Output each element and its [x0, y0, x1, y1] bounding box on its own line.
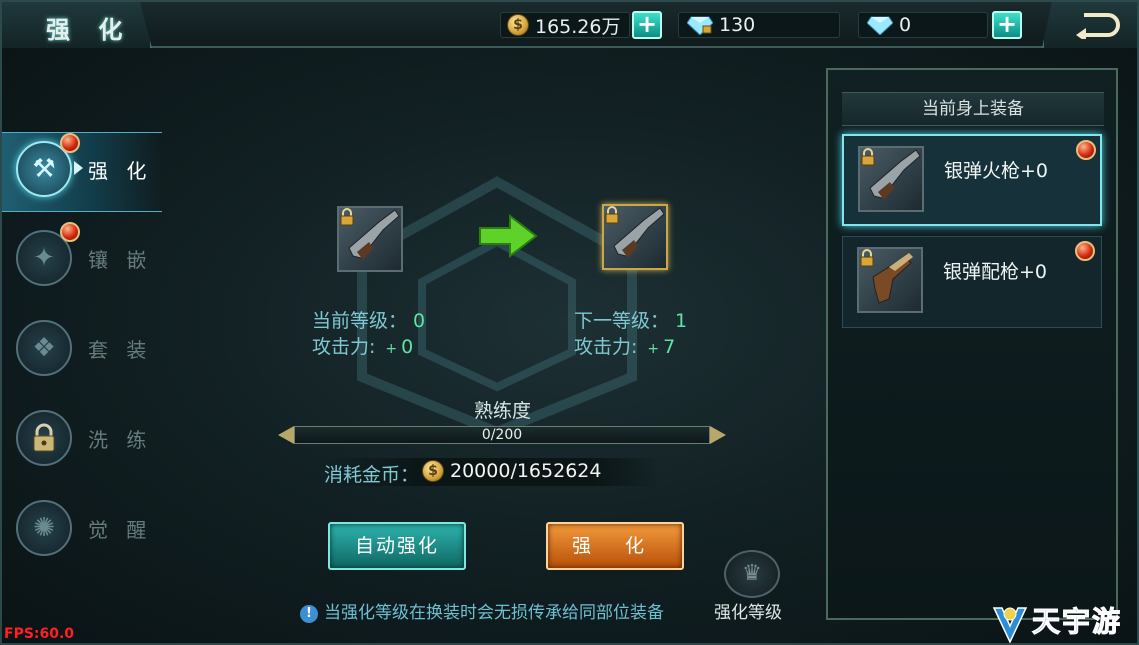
page-title: 强 化 — [46, 16, 133, 44]
current-level-stat: 当前等级： 0 — [312, 306, 425, 333]
panel-header: 当前身上装备 — [842, 92, 1104, 126]
menu-item-label: 洗 练 — [88, 428, 153, 452]
current-item-slot[interactable] — [337, 206, 403, 272]
auto-enhance-button[interactable]: 自动强化 — [328, 522, 466, 570]
tip-text: 当强化等级在换装时会无损传承给同部位装备 — [324, 603, 664, 623]
current-level-value: 0 — [413, 310, 426, 332]
crest-icon: ♛ — [742, 561, 762, 586]
equipment-slot — [857, 247, 923, 313]
notification-badge — [1076, 140, 1096, 160]
upgrade-arrow-icon — [479, 214, 538, 258]
add-diamond-button[interactable]: + — [992, 11, 1022, 39]
notification-badge — [60, 133, 80, 153]
equipment-name: 银弹配枪+0 — [943, 261, 1048, 283]
awaken-icon: ✺ — [16, 500, 72, 556]
watermark-text: 天宇游 — [1031, 605, 1123, 639]
next-item-slot[interactable] — [602, 204, 668, 270]
bound-diamond-counter: 130 — [678, 12, 840, 38]
armor-set-icon: ❖ — [16, 320, 72, 376]
back-button[interactable] — [1042, 2, 1137, 48]
current-attack-stat: 攻击力: +0 — [312, 332, 413, 359]
next-level-label: 下一等级： — [574, 310, 670, 332]
top-bar: 强 化 $ 165.26万 + 130 0 + — [2, 2, 1137, 48]
coin-icon: $ — [507, 14, 529, 36]
current-attack-label: 攻击力: — [312, 336, 376, 358]
lock-icon — [605, 206, 619, 224]
active-caret-icon — [74, 161, 83, 175]
next-attack-plus: + — [647, 341, 660, 357]
lock-icon — [860, 249, 874, 267]
equipment-item[interactable]: 银弹配枪+0 — [842, 236, 1102, 328]
fps-counter: FPS:60.0 — [4, 626, 75, 642]
menu-item-set[interactable]: ❖ 套 装 — [2, 312, 162, 392]
menu-item-awaken[interactable]: ✺ 觉 醒 — [2, 492, 162, 572]
next-attack-stat: 攻击力: +7 — [574, 332, 675, 359]
cost-value: 20000/1652624 — [450, 460, 602, 482]
enhance-level-button[interactable]: ♛ — [724, 550, 780, 598]
cost-label: 消耗金币： — [324, 464, 420, 486]
return-arrow-icon — [1076, 13, 1120, 39]
info-icon: ! — [300, 605, 318, 623]
diamond-value: 0 — [899, 14, 912, 36]
next-attack-label: 攻击力: — [574, 336, 638, 358]
menu-item-label: 套 装 — [88, 338, 153, 362]
locked-diamond-icon — [687, 16, 713, 35]
game-screen: 强 化 $ 165.26万 + 130 0 + ⚒ 强 化 ✦ 镶 嵌 ❖ 套 … — [0, 0, 1139, 645]
gold-counter: $ 165.26万 — [500, 12, 630, 38]
bar-right-cap — [710, 426, 726, 444]
enhance-level-label: 强化等级 — [714, 603, 782, 623]
proficiency-bar: 0/200 — [294, 426, 710, 444]
cost-row: 消耗金币： $ 20000/1652624 — [324, 458, 660, 486]
diamond-counter: 0 — [858, 12, 988, 38]
proficiency-label: 熟练度 — [474, 400, 532, 422]
equipment-slot — [858, 146, 924, 212]
current-level-label: 当前等级： — [312, 310, 408, 332]
lock-icon — [340, 208, 354, 226]
proficiency-text: 0/200 — [481, 427, 523, 443]
coin-icon: $ — [422, 460, 444, 482]
next-attack-value: 7 — [663, 336, 676, 358]
title-tab: 强 化 — [2, 2, 152, 48]
next-level-stat: 下一等级： 1 — [574, 306, 687, 333]
watermark: 天宇游 — [992, 600, 1137, 643]
gold-value: 165.26万 — [535, 15, 621, 38]
menu-item-label: 强 化 — [88, 159, 153, 183]
menu-item-inlay[interactable]: ✦ 镶 嵌 — [2, 222, 162, 302]
menu-item-label: 镶 嵌 — [88, 248, 153, 272]
bar-left-cap — [278, 426, 294, 444]
tip-text-row: ! 当强化等级在换装时会无损传承给同部位装备 — [300, 598, 664, 623]
equipment-item[interactable]: 银弹火枪+0 — [842, 134, 1102, 226]
equipment-panel: 当前身上装备 银弹火枪+0 银弹配枪+0 — [826, 68, 1118, 620]
current-attack-plus: + — [385, 341, 398, 357]
notification-badge — [60, 222, 80, 242]
notification-badge — [1075, 241, 1095, 261]
watermark-logo-icon — [992, 607, 1028, 643]
bound-diamond-value: 130 — [719, 14, 756, 36]
equipment-name: 银弹火枪+0 — [944, 160, 1049, 182]
menu-item-enhance[interactable]: ⚒ 强 化 — [2, 132, 162, 212]
next-level-value: 1 — [675, 310, 688, 332]
menu-item-refine[interactable]: 洗 练 — [2, 402, 162, 482]
enhance-button[interactable]: 强 化 — [546, 522, 684, 570]
add-gold-button[interactable]: + — [632, 11, 662, 39]
diamond-icon — [867, 16, 893, 35]
menu-item-label: 觉 醒 — [88, 518, 153, 542]
lock-icon — [16, 410, 72, 466]
current-attack-value: 0 — [401, 336, 414, 358]
lock-icon — [861, 148, 875, 166]
